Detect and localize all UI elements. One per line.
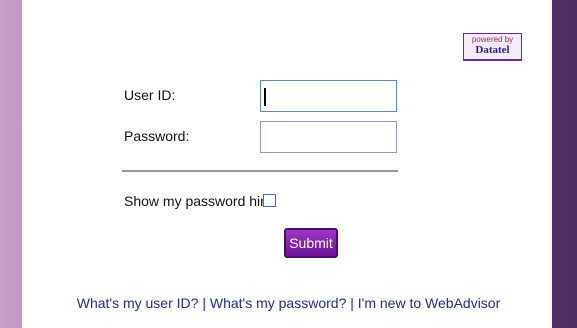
user-id-label: User ID: [124,87,176,103]
password-label: Password: [124,128,190,144]
datatel-logo: powered by Datatel [463,33,522,61]
logo-brand: Datatel [475,44,510,56]
login-panel: powered by Datatel [22,0,552,328]
password-hint-label: Show my password hint: [124,193,276,209]
text-cursor [264,88,266,106]
link-separator: | [202,295,206,311]
submit-button[interactable]: Submit [284,228,338,258]
new-user-link[interactable]: I'm new to WebAdvisor [358,295,500,311]
form-divider [122,170,398,172]
help-links: What's my user ID? | What's my password?… [0,295,577,311]
forgot-user-id-link[interactable]: What's my user ID? [77,295,199,311]
password-input[interactable] [260,121,397,153]
password-hint-checkbox[interactable] [263,194,276,207]
link-separator: | [350,295,354,311]
logo-powered-by: powered by [471,35,514,44]
user-id-input[interactable] [260,80,397,112]
forgot-password-link[interactable]: What's my password? [210,295,347,311]
